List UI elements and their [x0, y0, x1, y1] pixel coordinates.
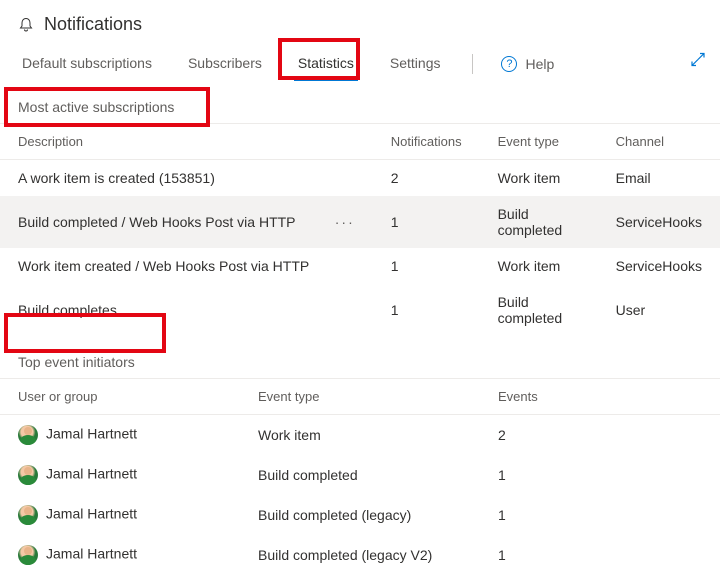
table-active-subscriptions: Description Notifications Event type Cha… [0, 124, 720, 336]
expand-icon[interactable] [690, 52, 706, 73]
page-title: Notifications [44, 14, 142, 35]
cell-description: A work item is created (153851) [0, 160, 373, 197]
table-row[interactable]: Work item created / Web Hooks Post via H… [0, 248, 720, 284]
tab-subscribers[interactable]: Subscribers [184, 47, 266, 81]
section-heading-initiators: Top event initiators [0, 336, 720, 379]
user-name: Jamal Hartnett [46, 426, 137, 442]
avatar [18, 465, 38, 485]
cell-channel: Email [598, 160, 720, 197]
table-row[interactable]: Jamal Hartnett Build completed (legacy)1 [0, 495, 720, 535]
col-user-group[interactable]: User or group [0, 379, 240, 415]
cell-events: 1 [480, 495, 720, 535]
cell-notifications: 2 [373, 160, 480, 197]
cell-description: Build completes [0, 284, 373, 336]
tab-default-subscriptions[interactable]: Default subscriptions [18, 47, 156, 81]
cell-event-type: Build completed (legacy V2) [240, 535, 480, 575]
cell-description: Work item created / Web Hooks Post via H… [0, 248, 373, 284]
cell-description: Build completed / Web Hooks Post via HTT… [0, 196, 373, 248]
table-row[interactable]: Build completed / Web Hooks Post via HTT… [0, 196, 720, 248]
cell-event-type: Build completed (legacy) [240, 495, 480, 535]
section-heading-initiators-text: Top event initiators [18, 354, 135, 370]
section-heading-active: Most active subscriptions [0, 81, 720, 124]
tab-statistics[interactable]: Statistics [294, 47, 358, 81]
table-header-row: User or group Event type Events [0, 379, 720, 415]
cell-event-type: Work item [480, 248, 598, 284]
description-text: Work item created / Web Hooks Post via H… [18, 258, 355, 274]
tab-bar: Default subscriptions Subscribers Statis… [0, 43, 720, 81]
cell-user: Jamal Hartnett [0, 455, 240, 495]
cell-user: Jamal Hartnett [0, 535, 240, 575]
cell-event-type: Build completed [240, 455, 480, 495]
cell-events: 1 [480, 455, 720, 495]
avatar [18, 425, 38, 445]
cell-event-type: Build completed [480, 284, 598, 336]
col-event-type[interactable]: Event type [480, 124, 598, 160]
table-row[interactable]: Jamal Hartnett Build completed (legacy V2… [0, 535, 720, 575]
user-name: Jamal Hartnett [46, 466, 137, 482]
tab-settings[interactable]: Settings [386, 47, 445, 81]
cell-channel: ServiceHooks [598, 196, 720, 248]
cell-channel: ServiceHooks [598, 248, 720, 284]
col-channel[interactable]: Channel [598, 124, 720, 160]
cell-user: Jamal Hartnett [0, 415, 240, 456]
user-name: Jamal Hartnett [46, 506, 137, 522]
page-header: Notifications [0, 0, 720, 43]
table-header-row: Description Notifications Event type Cha… [0, 124, 720, 160]
help-icon: ? [501, 56, 517, 72]
cell-event-type: Build completed [480, 196, 598, 248]
table-top-initiators: User or group Event type Events Jamal Ha… [0, 379, 720, 575]
table-row[interactable]: Build completes 1Build completedUser [0, 284, 720, 336]
cell-user: Jamal Hartnett [0, 495, 240, 535]
tab-divider [472, 54, 473, 74]
more-icon[interactable]: ··· [325, 214, 355, 230]
cell-notifications: 1 [373, 284, 480, 336]
user-name: Jamal Hartnett [46, 546, 137, 562]
description-text: Build completes [18, 302, 355, 318]
description-text: A work item is created (153851) [18, 170, 355, 186]
avatar [18, 545, 38, 565]
col-notifications[interactable]: Notifications [373, 124, 480, 160]
cell-events: 2 [480, 415, 720, 456]
cell-event-type: Work item [480, 160, 598, 197]
cell-notifications: 1 [373, 248, 480, 284]
avatar [18, 505, 38, 525]
description-text: Build completed / Web Hooks Post via HTT… [18, 214, 325, 230]
cell-channel: User [598, 284, 720, 336]
cell-events: 1 [480, 535, 720, 575]
col-description[interactable]: Description [0, 124, 373, 160]
cell-event-type: Work item [240, 415, 480, 456]
col-events[interactable]: Events [480, 379, 720, 415]
help-label: Help [525, 56, 554, 72]
table-row[interactable]: Jamal Hartnett Work item2 [0, 415, 720, 456]
section-heading-active-text: Most active subscriptions [18, 99, 174, 115]
cell-notifications: 1 [373, 196, 480, 248]
table-row[interactable]: Jamal Hartnett Build completed1 [0, 455, 720, 495]
table-row[interactable]: A work item is created (153851) 2Work ite… [0, 160, 720, 197]
col-event-type[interactable]: Event type [240, 379, 480, 415]
bell-icon [18, 17, 34, 33]
help-link[interactable]: ? Help [501, 56, 554, 72]
